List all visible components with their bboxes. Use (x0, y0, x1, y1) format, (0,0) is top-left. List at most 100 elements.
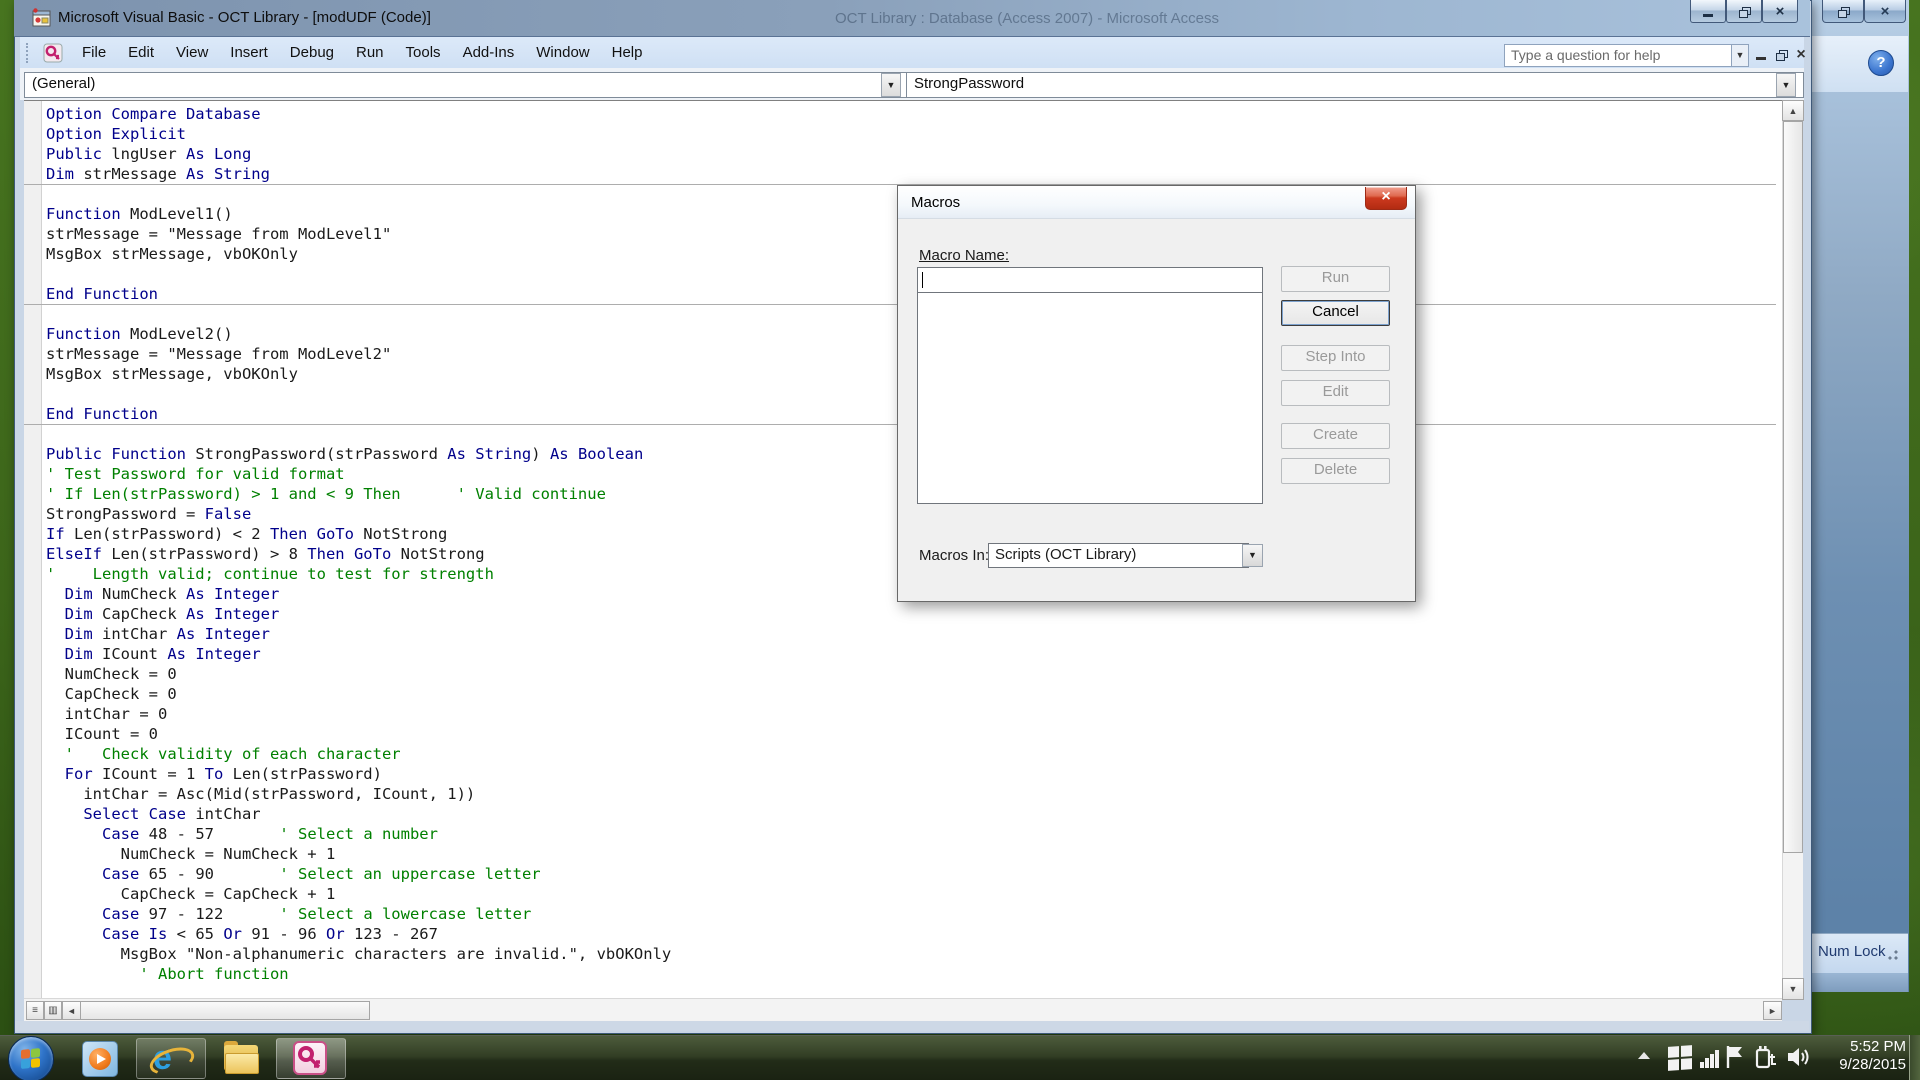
taskbar-media-player-icon[interactable] (82, 1041, 118, 1077)
code-line: ' Abort function (46, 964, 1776, 984)
network-tray-icon[interactable] (1700, 1048, 1720, 1068)
show-hidden-icons-button[interactable] (1638, 1052, 1650, 1059)
menu-run[interactable]: Run (345, 40, 395, 65)
code-margin-bar (24, 101, 42, 998)
play-icon (97, 1054, 106, 1064)
taskbar-clock[interactable]: 5:52 PM 9/28/2015 (1810, 1038, 1906, 1074)
minimize-icon (1703, 14, 1713, 17)
code-line: NumCheck = 0 (46, 664, 1776, 684)
access-window-edge (1806, 0, 1909, 992)
macros-in-dropdown[interactable]: Scripts (OCT Library) (988, 543, 1249, 568)
menu-debug[interactable]: Debug (279, 40, 345, 65)
code-line: Dim ICount As Integer (46, 644, 1776, 664)
internet-explorer-icon[interactable]: e (153, 1041, 187, 1075)
vbe-caption-buttons: × (1690, 0, 1798, 23)
code-line: intChar = Asc(Mid(strPassword, ICount, 1… (46, 784, 1776, 804)
procedure-view-button[interactable]: ≡ (26, 1001, 44, 1020)
mdi-close-button[interactable]: × (1792, 46, 1810, 63)
macros-dialog: Macros × Macro Name: RunCancelStep IntoE… (897, 185, 1416, 602)
procedure-dropdown[interactable]: StrongPassword (906, 72, 1804, 98)
cancel-button[interactable]: Cancel (1281, 300, 1390, 326)
desktop: ? Num Lock × Microsoft Visual Basic - OC… (0, 0, 1920, 1080)
access-window-ghost-title: OCT Library : Database (Access 2007) - M… (835, 10, 1219, 27)
edit-button: Edit (1281, 380, 1390, 406)
window-title: Microsoft Visual Basic - OCT Library - [… (58, 9, 431, 26)
scroll-right-icon[interactable]: ► (1763, 1001, 1782, 1020)
code-line: ICount = 0 (46, 724, 1776, 744)
code-line: Public lngUser As Long (46, 144, 1776, 164)
close-button[interactable]: × (1762, 0, 1798, 23)
code-line: Option Explicit (46, 124, 1776, 144)
close-icon: × (1881, 4, 1890, 19)
code-line: NumCheck = NumCheck + 1 (46, 844, 1776, 864)
delete-button: Delete (1281, 458, 1390, 484)
horizontal-scrollbar-thumb[interactable] (80, 1001, 370, 1020)
vertical-scrollbar-thumb[interactable] (1783, 121, 1803, 853)
code-line: Case 48 - 57 ' Select a number (46, 824, 1776, 844)
code-line: intChar = 0 (46, 704, 1776, 724)
code-line: Dim intChar As Integer (46, 624, 1776, 644)
access-help-icon[interactable]: ? (1868, 50, 1894, 76)
vbe-window-bottom-border (15, 1021, 1809, 1031)
access-key-icon (43, 43, 63, 63)
dialog-title-bar[interactable] (898, 186, 1415, 219)
code-line: Option Compare Database (46, 104, 1776, 124)
clock-time: 5:52 PM (1810, 1038, 1906, 1056)
restore-icon (1838, 7, 1849, 16)
menu-items: FileEditViewInsertDebugRunToolsAdd-InsWi… (71, 40, 653, 65)
show-desktop-button[interactable] (1909, 1035, 1920, 1080)
mdi-minimize-button[interactable] (1752, 46, 1770, 63)
mdi-restore-button[interactable] (1772, 46, 1790, 63)
code-line: Dim CapCheck As Integer (46, 604, 1776, 624)
volume-tray-icon[interactable] (1786, 1044, 1812, 1070)
scroll-left-icon[interactable]: ◄ (62, 1001, 81, 1020)
help-search-input[interactable]: Type a question for help (1504, 44, 1732, 67)
scroll-down-icon[interactable]: ▼ (1782, 978, 1804, 1000)
text-caret (922, 272, 923, 288)
menu-tools[interactable]: Tools (395, 40, 452, 65)
clock-date: 9/28/2015 (1810, 1056, 1906, 1074)
access-close-button[interactable]: × (1864, 0, 1906, 23)
code-line: ' Check validity of each character (46, 744, 1776, 764)
maximize-button[interactable] (1726, 0, 1762, 23)
menu-window[interactable]: Window (525, 40, 600, 65)
resize-grip-icon[interactable] (1884, 946, 1900, 962)
code-line: For ICount = 1 To Len(strPassword) (46, 764, 1776, 784)
menu-insert[interactable]: Insert (219, 40, 279, 65)
scroll-up-icon[interactable]: ▲ (1782, 100, 1804, 121)
full-module-view-button[interactable]: ▥ (44, 1001, 62, 1020)
help-search-dropdown-icon[interactable]: ▼ (1731, 44, 1749, 67)
macro-list[interactable] (917, 293, 1263, 504)
folder-front (225, 1053, 259, 1074)
taskbar-explorer-icon[interactable] (224, 1041, 258, 1075)
object-dropdown-arrow-icon[interactable]: ▼ (881, 73, 901, 97)
access-restore-button[interactable] (1822, 0, 1864, 23)
start-button[interactable] (8, 1036, 54, 1080)
code-line: Case 65 - 90 ' Select an uppercase lette… (46, 864, 1776, 884)
procedure-dropdown-arrow-icon[interactable]: ▼ (1776, 73, 1796, 97)
windows-flag-icon (21, 1048, 40, 1069)
macros-in-dropdown-arrow-icon[interactable]: ▼ (1242, 544, 1263, 567)
restore-icon (1776, 50, 1787, 59)
windows-update-tray-icon[interactable] (1668, 1045, 1692, 1071)
action-center-flag-icon[interactable] (1724, 1044, 1746, 1070)
code-line: MsgBox "Non-alphanumeric characters are … (46, 944, 1776, 964)
close-icon: × (1776, 4, 1785, 19)
toolbar-grip-icon[interactable] (26, 43, 33, 63)
macro-name-input[interactable] (917, 267, 1263, 293)
code-line: Case 97 - 122 ' Select a lowercase lette… (46, 904, 1776, 924)
object-dropdown[interactable]: (General) (24, 72, 908, 98)
key-icon (295, 1043, 325, 1073)
menu-view[interactable]: View (165, 40, 219, 65)
minimize-button[interactable] (1690, 0, 1726, 23)
create-button: Create (1281, 423, 1390, 449)
menu-help[interactable]: Help (601, 40, 654, 65)
menu-add-ins[interactable]: Add-Ins (452, 40, 526, 65)
power-plug-tray-icon[interactable] (1754, 1044, 1780, 1070)
menu-file[interactable]: File (71, 40, 117, 65)
maximize-icon (1739, 7, 1750, 16)
access-app-icon[interactable] (293, 1041, 327, 1075)
dialog-close-button[interactable]: × (1365, 187, 1407, 210)
menu-edit[interactable]: Edit (117, 40, 165, 65)
access-caption-buttons: × (1822, 0, 1906, 24)
